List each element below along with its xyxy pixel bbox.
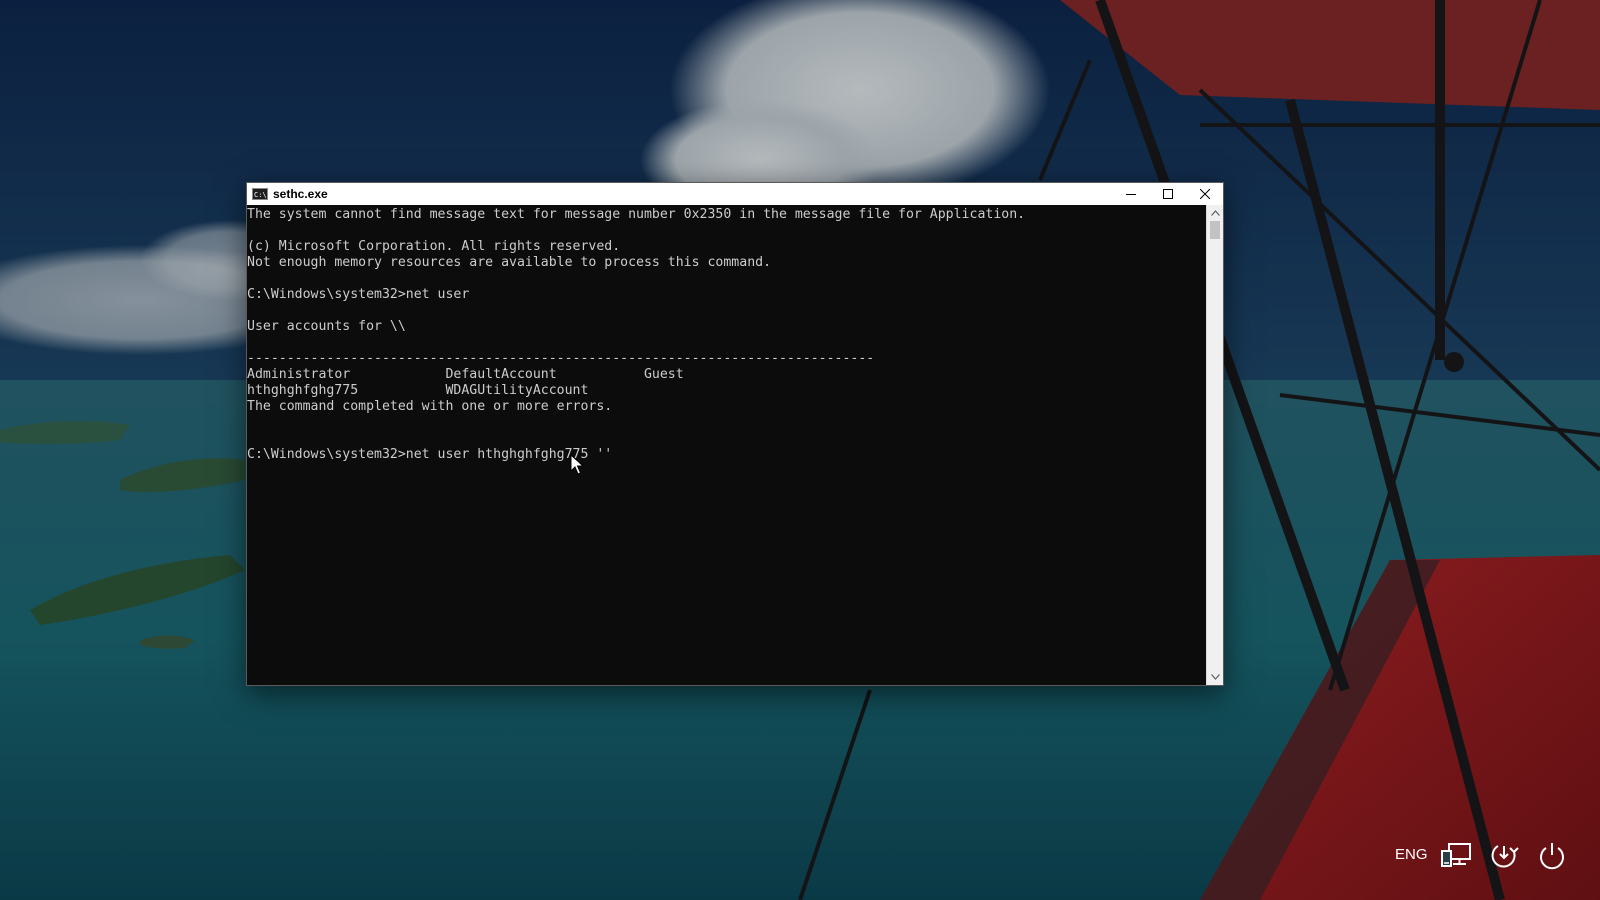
chevron-down-icon	[1210, 674, 1220, 680]
close-icon	[1199, 189, 1210, 199]
console-line: The system cannot find message text for …	[247, 207, 1026, 222]
network-icon[interactable]	[1440, 842, 1472, 870]
console-output[interactable]: The system cannot find message text for …	[247, 205, 1206, 685]
cmd-icon: C:\	[252, 188, 268, 200]
console-line: The command completed with one or more e…	[247, 399, 613, 414]
console-line: Administrator DefaultAccount Guest	[247, 367, 684, 382]
window-controls	[1112, 183, 1223, 205]
mouse-cursor-icon	[570, 454, 584, 475]
vertical-scrollbar[interactable]	[1206, 205, 1223, 685]
console-line: hthghghfghg775 WDAGUtilityAccount	[247, 383, 589, 398]
console-command-line[interactable]: C:\Windows\system32>net user hthghghfghg…	[247, 447, 612, 463]
desktop-background: C:\ sethc.exe The system cannot find mes…	[0, 0, 1600, 900]
console-line: Not enough memory resources are availabl…	[247, 255, 772, 270]
console-line: ----------------------------------------…	[247, 351, 875, 366]
scroll-down-button[interactable]	[1207, 670, 1223, 684]
console-window[interactable]: C:\ sethc.exe The system cannot find mes…	[246, 182, 1224, 686]
power-icon[interactable]	[1536, 840, 1568, 872]
console-line: User accounts for \\	[247, 319, 406, 334]
minimize-button[interactable]	[1112, 183, 1149, 205]
console-line: C:\Windows\system32>net user	[247, 287, 470, 302]
close-button[interactable]	[1186, 183, 1223, 205]
minimize-icon	[1125, 194, 1136, 195]
chevron-up-icon	[1210, 210, 1220, 216]
console-line: (c) Microsoft Corporation. All rights re…	[247, 239, 621, 254]
window-title: sethc.exe	[273, 187, 328, 201]
scroll-thumb[interactable]	[1210, 221, 1220, 239]
maximize-icon	[1162, 189, 1173, 199]
title-bar[interactable]: C:\ sethc.exe	[247, 183, 1223, 205]
scroll-up-button[interactable]	[1207, 206, 1223, 220]
ease-of-access-icon[interactable]	[1488, 840, 1520, 872]
language-indicator[interactable]: ENG	[1395, 846, 1428, 863]
maximize-button[interactable]	[1149, 183, 1186, 205]
